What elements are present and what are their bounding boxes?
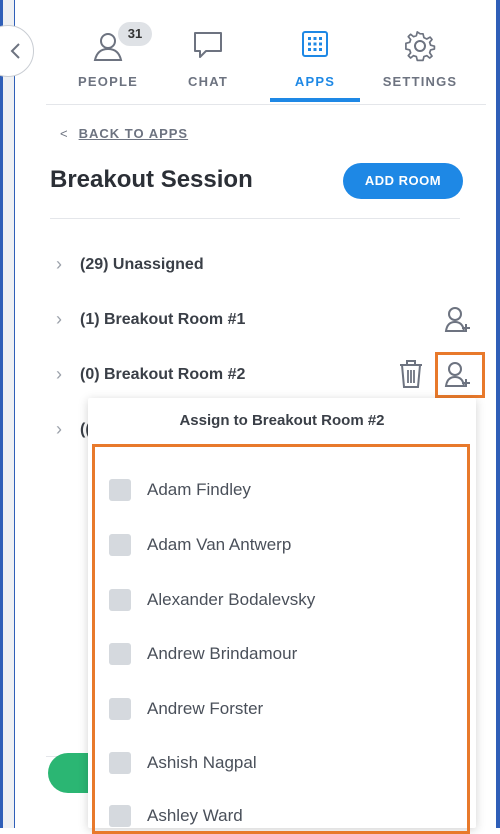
chat-icon [192,30,224,65]
checkbox[interactable] [109,643,131,665]
checkbox[interactable] [109,589,131,611]
member-name: Adam Van Antwerp [147,535,292,554]
tab-chat-label: CHAT [188,74,228,89]
checkbox[interactable] [109,752,131,774]
room-label: (1) Breakout Room #1 [80,311,246,328]
tab-apps-label: APPS [294,74,336,89]
list-item[interactable]: Ashish Nagpal [109,750,449,778]
chevron-left-icon: < [60,126,69,141]
tab-people[interactable]: 31 PEOPLE [70,0,152,104]
checkbox[interactable] [109,534,131,556]
people-count-badge: 31 [118,22,152,46]
assign-popup: Assign to Breakout Room #2 Adam Findley … [88,398,476,834]
room-label: (29) Unassigned [80,256,204,273]
checkbox[interactable] [109,698,131,720]
member-name: Andrew Brindamour [147,644,298,663]
top-nav: 31 PEOPLE CHAT APPS SETTINGS [60,0,480,104]
back-to-apps-link[interactable]: < BACK TO APPS [60,126,188,141]
tab-apps[interactable]: APPS [270,0,360,104]
room-row-unassigned[interactable]: › (29) Unassigned [56,250,486,280]
window-left-border [0,0,15,828]
tab-people-label: PEOPLE [78,74,138,89]
active-tab-indicator [270,98,360,102]
member-name: Andrew Forster [147,699,264,718]
list-item[interactable]: Andrew Brindamour [109,641,449,669]
add-room-button[interactable]: ADD ROOM [343,163,463,199]
trash-icon[interactable] [396,358,426,395]
popup-title: Assign to Breakout Room #2 [179,412,385,429]
member-name: Adam Findley [147,480,251,499]
chevron-right-icon[interactable]: › [56,309,62,330]
chevron-right-icon[interactable]: › [56,364,62,385]
member-name: Ashish Nagpal [147,753,257,772]
chevron-left-icon [10,43,20,59]
add-user-icon[interactable] [444,305,474,340]
list-item[interactable]: Ashley Ward [109,803,449,831]
tab-settings-label: SETTINGS [382,74,458,89]
checkbox[interactable] [109,805,131,827]
list-item[interactable]: Andrew Forster [109,696,449,724]
member-list[interactable]: Adam Findley Adam Van Antwerp Alexander … [92,444,470,834]
list-item[interactable]: Adam Findley [109,477,449,505]
list-item[interactable]: Adam Van Antwerp [109,532,449,560]
tab-chat[interactable]: CHAT [170,0,246,104]
checkbox[interactable] [109,479,131,501]
room-label: (0) Breakout Room #2 [80,366,246,383]
member-name: Ashley Ward [147,806,243,825]
nav-divider [46,104,486,105]
chevron-right-icon[interactable]: › [56,419,62,440]
tab-settings[interactable]: SETTINGS [370,0,470,104]
header-divider [50,218,460,219]
window-right-border [496,0,500,828]
page-title: Breakout Session [50,166,253,193]
add-user-highlight [435,352,485,398]
room-row-breakout-2[interactable]: › (0) Breakout Room #2 [56,360,486,390]
member-name: Alexander Bodalevsky [147,590,316,609]
room-row-breakout-1[interactable]: › (1) Breakout Room #1 [56,305,486,335]
list-item[interactable]: Alexander Bodalevsky [109,587,449,615]
chevron-right-icon[interactable]: › [56,254,62,275]
collapse-panel-button[interactable] [0,25,34,77]
gear-icon [404,30,436,67]
apps-grid-icon [301,30,329,63]
